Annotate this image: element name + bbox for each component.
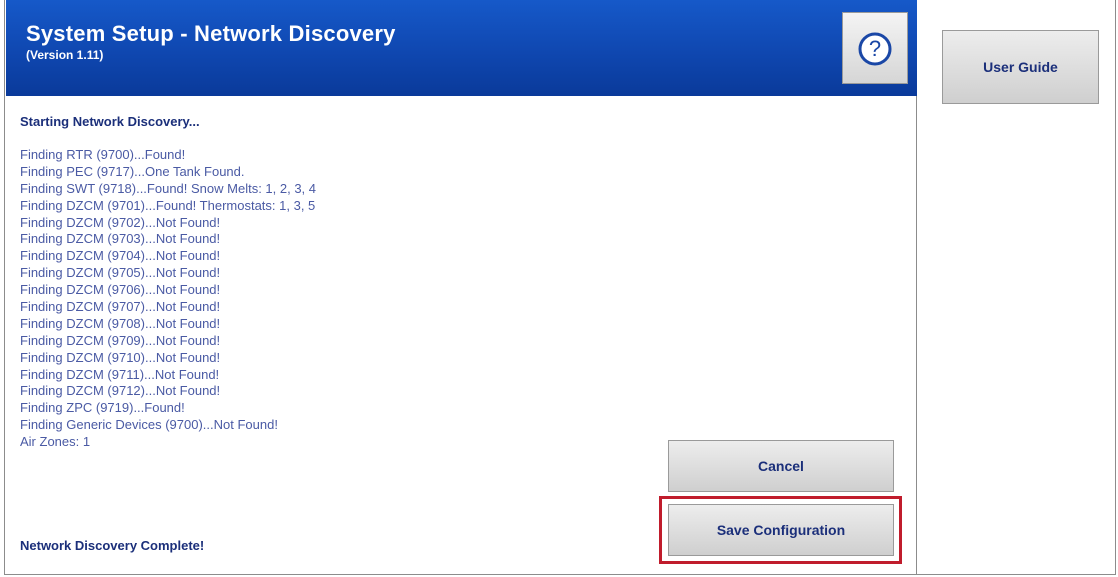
- log-line: Finding DZCM (9703)...Not Found!: [20, 231, 221, 247]
- log-line: Finding Generic Devices (9700)...Not Fou…: [20, 417, 278, 433]
- svg-text:?: ?: [869, 36, 881, 61]
- cancel-button[interactable]: Cancel: [668, 440, 894, 492]
- log-line: Finding DZCM (9711)...Not Found!: [20, 366, 220, 382]
- log-line: Finding ZPC (9719)...Found!: [20, 400, 185, 416]
- question-icon: ?: [858, 32, 892, 66]
- log-line: Finding DZCM (9708)...Not Found!: [20, 315, 221, 331]
- user-guide-button[interactable]: User Guide: [942, 30, 1099, 104]
- log-line: Finding DZCM (9706)...Not Found!: [20, 282, 221, 298]
- log-line: Finding DZCM (9702)...Not Found!: [20, 214, 221, 230]
- log-heading: Starting Network Discovery...: [20, 114, 200, 129]
- help-button[interactable]: ?: [842, 12, 908, 84]
- log-line: Finding DZCM (9709)...Not Found!: [20, 332, 221, 348]
- header-bar: System Setup - Network Discovery (Versio…: [6, 0, 917, 96]
- log-line: Finding DZCM (9712)...Not Found!: [20, 383, 221, 399]
- log-line: Finding DZCM (9710)...Not Found!: [20, 349, 221, 365]
- log-lines: Finding RTR (9700)...Found! Finding PEC (…: [20, 147, 620, 451]
- log-line: Finding DZCM (9707)...Not Found!: [20, 299, 221, 315]
- log-line: Air Zones: 1: [20, 434, 91, 450]
- log-complete-message: Network Discovery Complete!: [20, 538, 205, 553]
- log-line: Finding DZCM (9705)...Not Found!: [20, 265, 221, 281]
- log-line: Finding DZCM (9704)...Not Found!: [20, 248, 221, 264]
- page-title: System Setup - Network Discovery: [26, 21, 396, 46]
- log-line: Finding DZCM (9701)...Found! Thermostats…: [20, 197, 316, 213]
- log-line: Finding RTR (9700)...Found!: [20, 147, 186, 162]
- log-line: Finding PEC (9717)...One Tank Found.: [20, 163, 245, 179]
- discovery-log: Starting Network Discovery... Finding RT…: [20, 112, 620, 451]
- log-line: Finding SWT (9718)...Found! Snow Melts: …: [20, 180, 317, 196]
- save-configuration-button[interactable]: Save Configuration: [668, 504, 894, 556]
- version-label: (Version 1.11): [26, 48, 104, 62]
